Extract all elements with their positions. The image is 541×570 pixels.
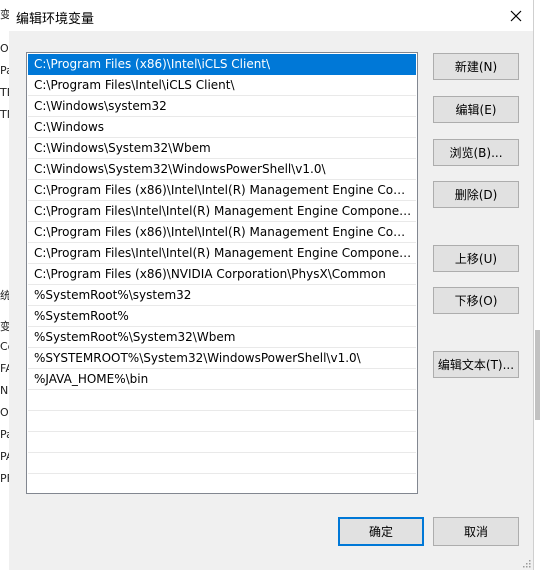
path-list-item[interactable]: C:\Program Files (x86)\Intel\Intel(R) Ma…	[28, 222, 416, 243]
background-text-fragment: NI	[0, 384, 9, 397]
background-text-fragment: TE	[0, 86, 9, 99]
path-list-item[interactable]: C:\Windows	[28, 117, 416, 138]
resize-grip-icon[interactable]	[521, 558, 531, 568]
delete-button[interactable]: 删除(D)	[433, 181, 519, 208]
path-list-item[interactable]: C:\Program Files (x86)\Intel\Intel(R) Ma…	[28, 180, 416, 201]
edit-env-variable-dialog: 编辑环境变量 C:\Program Files (x86)\Intel\iCLS…	[9, 0, 533, 570]
background-text-fragment: Cd	[0, 340, 9, 353]
path-list-item[interactable]: C:\Windows\System32\WindowsPowerShell\v1…	[28, 159, 416, 180]
path-list-empty-row[interactable]	[28, 411, 416, 432]
background-text-fragment: Pa	[0, 428, 9, 441]
background-text-fragment: O	[0, 406, 9, 419]
path-list-item[interactable]: C:\Program Files (x86)\Intel\iCLS Client…	[28, 54, 416, 75]
path-list-item[interactable]: C:\Windows\System32\Wbem	[28, 138, 416, 159]
close-button[interactable]	[499, 0, 533, 31]
move-up-button[interactable]: 上移(U)	[433, 245, 519, 272]
background-scrollbar-thumb	[535, 330, 540, 420]
move-down-button[interactable]: 下移(O)	[433, 287, 519, 314]
path-list-item[interactable]: %JAVA_HOME%\bin	[28, 369, 416, 390]
background-text-fragment: FA	[0, 362, 9, 375]
background-text-fragment: TN	[0, 108, 9, 121]
title-bar: 编辑环境变量	[9, 0, 533, 31]
path-list-empty-row[interactable]	[28, 390, 416, 411]
path-list-empty-row[interactable]	[28, 453, 416, 474]
background-text-fragment: O	[0, 42, 9, 55]
browse-button[interactable]: 浏览(B)...	[433, 139, 519, 166]
background-text-fragment: Pa	[0, 64, 9, 77]
background-text-fragment: PF	[0, 472, 9, 485]
close-icon	[510, 10, 522, 21]
path-list-item[interactable]: %SystemRoot%\System32\Wbem	[28, 327, 416, 348]
edit-button[interactable]: 编辑(E)	[433, 96, 519, 123]
path-list-empty-row[interactable]	[28, 432, 416, 453]
ok-button[interactable]: 确定	[338, 517, 424, 546]
new-button[interactable]: 新建(N)	[433, 53, 519, 80]
background-text-fragment: 变	[0, 6, 9, 22]
background-text-fragment: 统	[0, 287, 9, 303]
path-list[interactable]: C:\Program Files (x86)\Intel\iCLS Client…	[26, 52, 418, 494]
background-text-fragment: 变	[0, 318, 9, 334]
path-list-item[interactable]: C:\Program Files\Intel\iCLS Client\	[28, 75, 416, 96]
path-list-item[interactable]: C:\Windows\system32	[28, 96, 416, 117]
path-list-item[interactable]: C:\Program Files\Intel\Intel(R) Manageme…	[28, 201, 416, 222]
path-list-item[interactable]: C:\Program Files (x86)\NVIDIA Corporatio…	[28, 264, 416, 285]
path-list-empty-row[interactable]	[28, 474, 416, 493]
edit-text-button[interactable]: 编辑文本(T)...	[433, 351, 519, 378]
background-window-right-edge	[533, 0, 541, 570]
dialog-title: 编辑环境变量	[16, 12, 95, 27]
cancel-button[interactable]: 取消	[433, 517, 519, 546]
path-list-item[interactable]: C:\Program Files\Intel\Intel(R) Manageme…	[28, 243, 416, 264]
background-text-fragment: PA	[0, 450, 9, 463]
path-list-item[interactable]: %SystemRoot%\system32	[28, 285, 416, 306]
path-list-item[interactable]: %SystemRoot%	[28, 306, 416, 327]
path-list-item[interactable]: %SYSTEMROOT%\System32\WindowsPowerShell\…	[28, 348, 416, 369]
